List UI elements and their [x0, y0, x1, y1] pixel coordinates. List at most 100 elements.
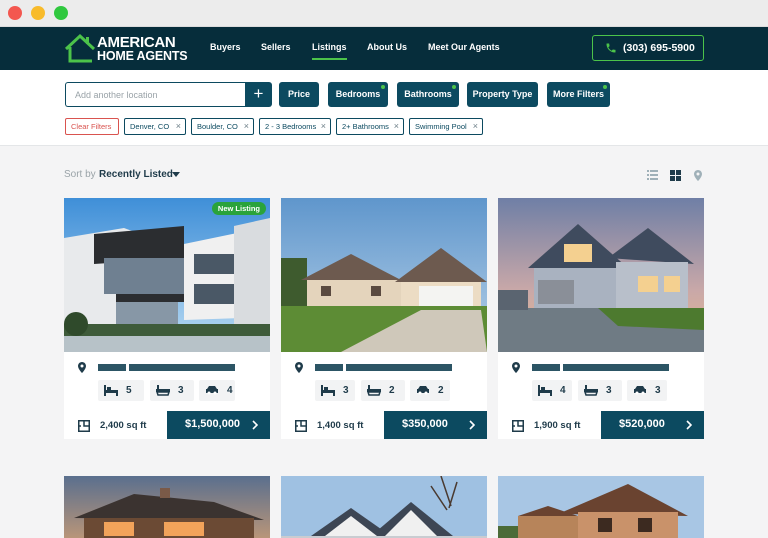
bed-icon — [321, 385, 335, 396]
bathrooms-filter-label: Bathrooms — [404, 89, 452, 99]
address-placeholder — [129, 364, 235, 371]
car-icon — [206, 386, 218, 395]
bathrooms-feature: 3 — [578, 380, 622, 401]
bathrooms-count: 3 — [606, 385, 612, 396]
more-filters-label: More Filters — [552, 89, 604, 99]
bedrooms-feature: 5 — [98, 380, 144, 401]
bedrooms-count: 3 — [343, 385, 349, 396]
bed-icon — [538, 385, 552, 396]
listing-card[interactable]: New Listing 5 3 4 2,400 sq ft $1,500,000 — [64, 198, 270, 439]
location-pin-icon — [512, 362, 520, 373]
bathrooms-count: 2 — [389, 385, 395, 396]
chevron-down-icon[interactable] — [172, 172, 180, 177]
listing-card-partial[interactable] — [498, 476, 704, 538]
chip-label: 2+ Bathrooms — [342, 122, 389, 131]
map-view-icon[interactable] — [694, 170, 702, 181]
listing-photo[interactable] — [64, 476, 270, 538]
bathrooms-feature: 3 — [150, 380, 194, 401]
nav-link-sellers[interactable]: Sellers — [261, 42, 291, 52]
listing-photo[interactable] — [281, 198, 487, 352]
phone-button[interactable]: (303) 695-5900 — [592, 35, 704, 61]
address-placeholder — [532, 364, 560, 371]
list-view-icon[interactable] — [647, 170, 658, 180]
garage-count: 4 — [227, 385, 233, 396]
address-placeholder — [315, 364, 343, 371]
new-listing-badge: New Listing — [211, 202, 266, 215]
chevron-right-icon — [686, 420, 692, 430]
floorplan-icon — [512, 420, 524, 432]
browser-chrome — [0, 0, 768, 27]
price-filter-button[interactable]: Price — [279, 82, 319, 107]
listing-card[interactable]: 3 2 2 1,400 sq ft $350,000 — [281, 198, 487, 439]
filter-chip-bedrooms[interactable]: 2 - 3 Bedrooms × — [259, 118, 331, 135]
price-label: $520,000 — [619, 418, 665, 430]
chevron-right-icon — [469, 420, 475, 430]
listing-card[interactable]: 4 3 3 1,900 sq ft $520,000 — [498, 198, 704, 439]
bedrooms-filter-label: Bedrooms — [335, 89, 381, 99]
chip-label: 2 - 3 Bedrooms — [265, 122, 317, 131]
garage-feature: 2 — [410, 380, 450, 401]
bedrooms-filter-button[interactable]: Bedrooms — [328, 82, 388, 107]
remove-chip-icon[interactable]: × — [244, 119, 249, 134]
price-button[interactable]: $350,000 — [384, 411, 487, 439]
active-filter-dot — [603, 85, 607, 89]
clear-filters-button[interactable]: Clear Filters — [65, 118, 119, 135]
property-type-filter-button[interactable]: Property Type — [467, 82, 538, 107]
maximize-window-button[interactable] — [54, 6, 68, 20]
bathrooms-filter-button[interactable]: Bathrooms — [397, 82, 459, 107]
logo[interactable]: AMERICAN HOME AGENTS — [64, 33, 188, 63]
bathtub-icon — [156, 385, 170, 396]
filter-chip-swimming-pool[interactable]: Swimming Pool × — [409, 118, 483, 135]
price-filter-label: Price — [287, 89, 311, 99]
square-footage: 1,400 sq ft — [317, 420, 364, 431]
property-type-filter-label: Property Type — [472, 89, 533, 99]
listing-photo[interactable] — [281, 476, 487, 538]
bathtub-icon — [367, 385, 381, 396]
nav-link-about-us[interactable]: About Us — [367, 42, 407, 52]
listing-photo[interactable]: New Listing — [64, 198, 270, 352]
minimize-window-button[interactable] — [31, 6, 45, 20]
filter-chip-denver[interactable]: Denver, CO × — [124, 118, 186, 135]
price-button[interactable]: $1,500,000 — [167, 411, 270, 439]
nav-link-listings[interactable]: Listings — [312, 42, 347, 60]
remove-chip-icon[interactable]: × — [394, 119, 399, 134]
bathrooms-feature: 2 — [361, 380, 405, 401]
add-location-button[interactable]: + — [245, 82, 272, 107]
price-button[interactable]: $520,000 — [601, 411, 704, 439]
logo-text-line2: HOME AGENTS — [97, 49, 188, 63]
location-pin-icon — [78, 362, 86, 373]
square-footage: 2,400 sq ft — [100, 420, 147, 431]
filter-chip-boulder[interactable]: Boulder, CO × — [191, 118, 254, 135]
location-search-input[interactable] — [65, 82, 246, 107]
more-filters-button[interactable]: More Filters — [547, 82, 610, 107]
car-icon — [634, 386, 646, 395]
garage-count: 3 — [655, 385, 661, 396]
price-label: $350,000 — [402, 418, 448, 430]
nav-link-meet-our-agents[interactable]: Meet Our Agents — [428, 42, 500, 52]
listing-card-partial[interactable] — [281, 476, 487, 538]
address-placeholder — [98, 364, 126, 371]
active-filter-dot — [452, 85, 456, 89]
floorplan-icon — [295, 420, 307, 432]
listing-photo[interactable] — [498, 198, 704, 352]
phone-icon — [606, 43, 616, 53]
address-placeholder — [563, 364, 669, 371]
top-navigation: AMERICAN HOME AGENTS Buyers Sellers List… — [0, 27, 768, 70]
sort-label: Sort by — [64, 169, 96, 180]
listing-photo[interactable] — [498, 476, 704, 538]
bathtub-icon — [584, 385, 598, 396]
house-logo-icon — [64, 33, 96, 63]
chevron-right-icon — [252, 420, 258, 430]
listing-card-partial[interactable] — [64, 476, 270, 538]
bedrooms-count: 4 — [560, 385, 566, 396]
close-window-button[interactable] — [8, 6, 22, 20]
bed-icon — [104, 385, 118, 396]
remove-chip-icon[interactable]: × — [473, 119, 478, 134]
remove-chip-icon[interactable]: × — [176, 119, 181, 134]
nav-link-buyers[interactable]: Buyers — [210, 42, 241, 52]
remove-chip-icon[interactable]: × — [321, 119, 326, 134]
garage-count: 2 — [438, 385, 444, 396]
sort-dropdown[interactable]: Recently Listed — [99, 169, 173, 180]
grid-view-icon[interactable] — [670, 170, 681, 181]
filter-chip-bathrooms[interactable]: 2+ Bathrooms × — [336, 118, 404, 135]
